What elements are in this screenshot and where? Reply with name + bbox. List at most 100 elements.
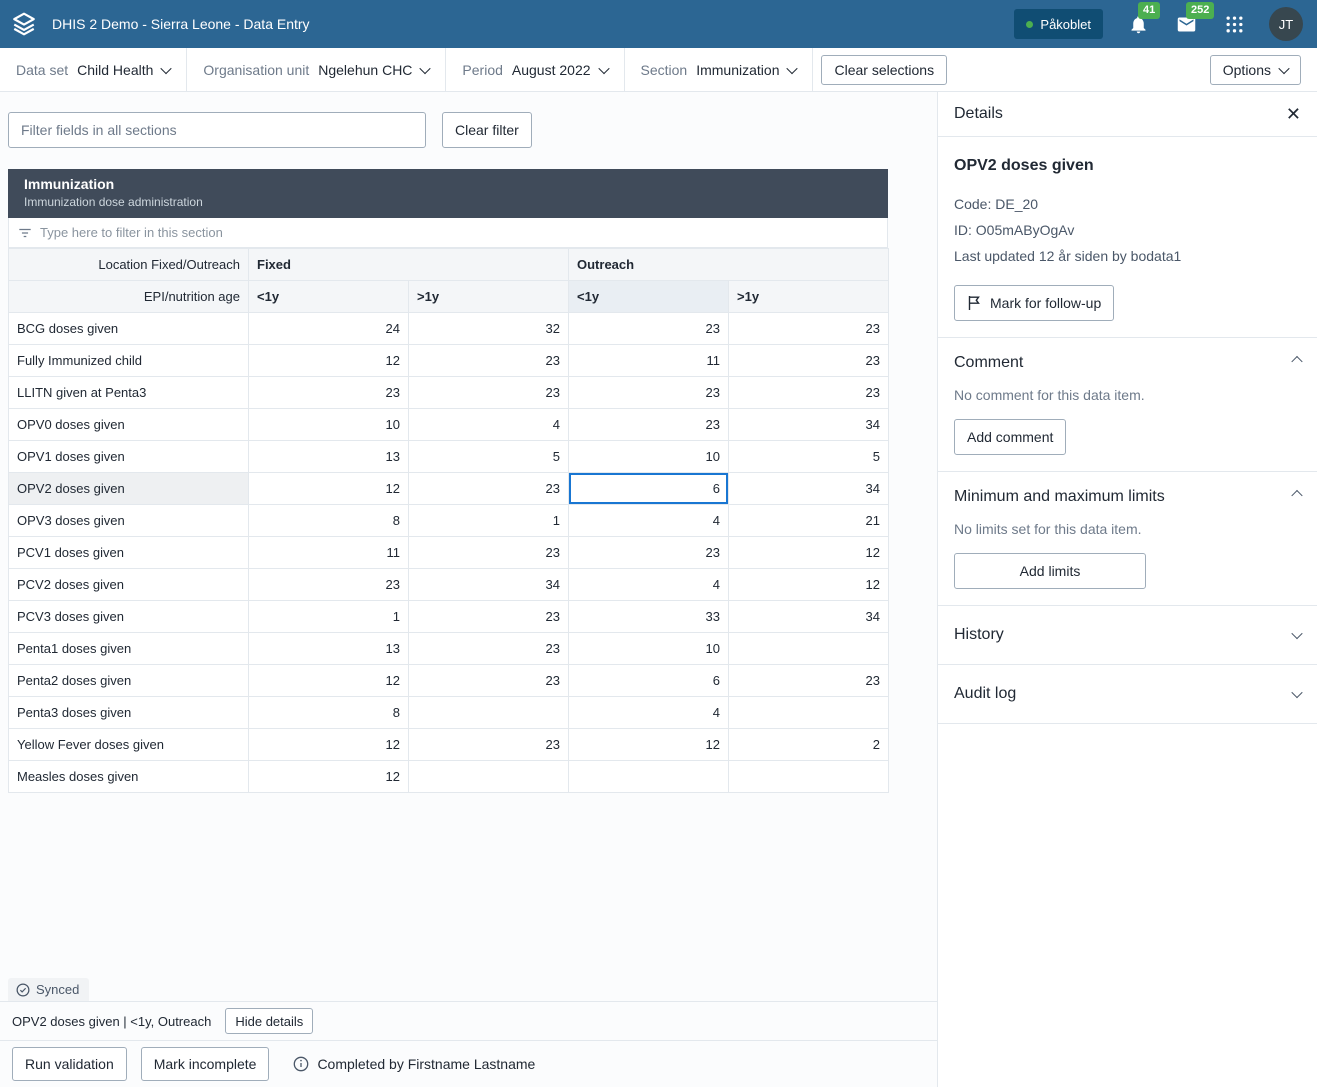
section-selector[interactable]: Section Immunization [625,48,814,91]
data-cell[interactable]: 10 [569,441,729,473]
data-cell[interactable]: 23 [729,313,889,345]
data-cell[interactable]: 2 [729,729,889,761]
data-cell[interactable]: 24 [249,313,409,345]
data-cell[interactable]: 23 [409,601,569,633]
data-cell[interactable]: 34 [729,473,889,505]
data-cell[interactable]: 34 [729,601,889,633]
data-cell[interactable] [729,761,889,793]
data-cell[interactable]: 23 [569,377,729,409]
data-cell[interactable]: 11 [249,537,409,569]
dhis2-logo[interactable] [0,0,48,48]
data-cell[interactable]: 4 [409,409,569,441]
data-cell[interactable]: 34 [409,569,569,601]
run-validation-button[interactable]: Run validation [12,1047,127,1081]
data-cell[interactable]: 12 [729,569,889,601]
mark-incomplete-button[interactable]: Mark incomplete [141,1047,270,1081]
data-cell[interactable]: 6 [569,665,729,697]
online-status-chip[interactable]: Påkoblet [1014,9,1103,39]
data-cell[interactable]: 23 [249,569,409,601]
data-cell[interactable]: 10 [249,409,409,441]
data-cell[interactable]: 12 [249,665,409,697]
data-cell[interactable]: 10 [569,633,729,665]
data-cell[interactable]: 12 [249,729,409,761]
data-cell[interactable]: 23 [409,377,569,409]
data-cell[interactable]: 23 [409,633,569,665]
data-cell[interactable] [409,761,569,793]
data-cell[interactable] [729,633,889,665]
data-cell[interactable]: 5 [409,441,569,473]
data-cell[interactable]: 4 [569,569,729,601]
limits-section-toggle[interactable]: Minimum and maximum limits [954,488,1301,506]
data-cell[interactable]: 32 [409,313,569,345]
context-bar: Data set Child Health Organisation unit … [0,48,1317,92]
section-label: Section [641,62,688,78]
data-cell[interactable]: 11 [569,345,729,377]
chevron-down-icon [161,62,172,73]
add-comment-button[interactable]: Add comment [954,419,1066,455]
data-cell[interactable]: 23 [569,313,729,345]
data-cell[interactable]: 23 [249,377,409,409]
data-cell[interactable]: 23 [409,665,569,697]
data-cell[interactable]: 33 [569,601,729,633]
table-row: PCV2 doses given2334412 [9,569,889,601]
clear-selections-button[interactable]: Clear selections [821,55,947,85]
hide-details-button[interactable]: Hide details [225,1008,313,1034]
age-header: >1y [729,281,889,313]
data-cell[interactable]: 12 [729,537,889,569]
data-cell[interactable]: 1 [249,601,409,633]
data-cell[interactable]: 5 [729,441,889,473]
audit-log-section-toggle[interactable]: Audit log [938,665,1317,724]
user-avatar[interactable]: JT [1269,7,1303,41]
header-bar: DHIS 2 Demo - Sierra Leone - Data Entry … [0,0,1317,48]
data-cell[interactable]: 12 [249,345,409,377]
data-cell[interactable]: 23 [569,537,729,569]
data-cell[interactable]: 13 [249,441,409,473]
data-cell[interactable]: 23 [729,345,889,377]
data-cell[interactable]: 21 [729,505,889,537]
notifications-button[interactable]: 41 [1125,11,1151,37]
data-cell[interactable]: 1 [409,505,569,537]
data-cell[interactable]: 23 [409,473,569,505]
row-label: BCG doses given [9,313,249,345]
data-cell[interactable]: 34 [729,409,889,441]
section-filter-input[interactable] [40,225,878,240]
orgunit-selector[interactable]: Organisation unit Ngelehun CHC [187,48,446,91]
app-title: DHIS 2 Demo - Sierra Leone - Data Entry [52,16,310,32]
options-button[interactable]: Options [1210,55,1301,85]
data-cell[interactable]: 12 [249,761,409,793]
data-cell[interactable]: 8 [249,505,409,537]
dataset-selector[interactable]: Data set Child Health [0,48,187,91]
data-cell-selected[interactable]: 6 [569,473,729,505]
data-cell[interactable]: 8 [249,697,409,729]
check-circle-icon [16,983,30,997]
global-filter-input[interactable] [8,112,426,148]
sync-status-label: Synced [36,982,79,997]
history-section-toggle[interactable]: History [938,606,1317,665]
data-cell[interactable]: 23 [729,665,889,697]
data-cell[interactable]: 23 [409,729,569,761]
close-icon[interactable]: ✕ [1286,105,1301,123]
clear-filter-button[interactable]: Clear filter [442,112,532,148]
apps-menu-button[interactable] [1221,11,1247,37]
add-limits-button[interactable]: Add limits [954,553,1146,589]
comment-section-toggle[interactable]: Comment [954,354,1301,372]
data-cell[interactable] [569,761,729,793]
data-cell[interactable]: 4 [569,697,729,729]
table-row: Yellow Fever doses given1223122 [9,729,889,761]
data-cell[interactable]: 23 [729,377,889,409]
data-cell[interactable]: 23 [569,409,729,441]
data-cell[interactable]: 13 [249,633,409,665]
data-cell[interactable]: 23 [409,345,569,377]
data-cell[interactable] [729,697,889,729]
period-selector[interactable]: Period August 2022 [446,48,624,91]
details-item-section: OPV2 doses given Code: DE_20 ID: O05mABy… [938,137,1317,338]
messages-button[interactable]: 252 [1173,11,1199,37]
data-cell[interactable]: 12 [569,729,729,761]
notifications-badge: 41 [1138,2,1160,19]
section-subtitle: Immunization dose administration [24,195,872,209]
data-cell[interactable]: 12 [249,473,409,505]
mark-follow-up-button[interactable]: Mark for follow-up [954,285,1114,321]
data-cell[interactable] [409,697,569,729]
data-cell[interactable]: 23 [409,537,569,569]
data-cell[interactable]: 4 [569,505,729,537]
